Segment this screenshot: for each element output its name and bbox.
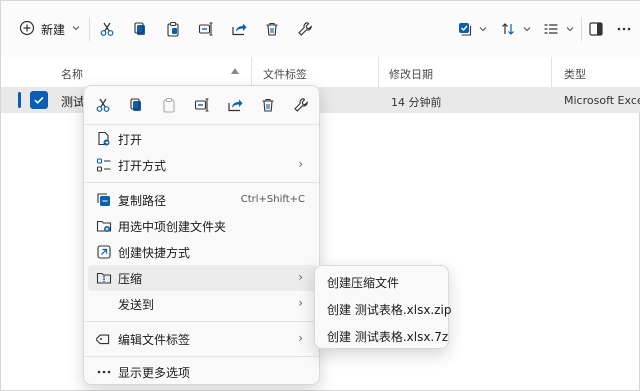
tag-icon: [96, 331, 112, 347]
checkmark-icon: [33, 91, 45, 110]
open-with-icon: [96, 157, 112, 173]
view-icon: [543, 21, 559, 37]
menu-item-open[interactable]: 打开: [88, 126, 317, 152]
column-header-modified[interactable]: 修改日期: [389, 66, 433, 82]
rename-button[interactable]: [196, 13, 216, 45]
menu-divider: [84, 124, 319, 125]
menu-item-new-folder[interactable]: 用选中项创建文件夹: [88, 213, 317, 239]
copy-path-icon: [96, 192, 112, 208]
submenu-item-create-zip[interactable]: 创建 测试表格.xlsx.zip: [327, 301, 451, 318]
shortcut-icon: [96, 244, 112, 260]
delete-icon[interactable]: [259, 96, 277, 114]
properties-icon[interactable]: [292, 96, 310, 114]
delete-icon: [264, 21, 280, 37]
column-header-name[interactable]: 名称: [61, 66, 83, 82]
share-icon[interactable]: [226, 96, 244, 114]
file-modified: 14 分钟前: [391, 96, 442, 109]
file-type: Microsoft Excel: [564, 94, 640, 107]
context-menu: 打开 打开方式 › 复制路径 Ctrl+Shift+C 用选中项创建文件夹 创建…: [83, 85, 320, 385]
menu-divider: [84, 182, 319, 183]
sort-icon: [500, 21, 516, 37]
column-divider[interactable]: [378, 57, 379, 87]
select-button[interactable]: [457, 13, 489, 45]
view-button[interactable]: [543, 13, 575, 45]
selection-indicator: [18, 92, 21, 108]
chevron-down-icon: [565, 24, 575, 34]
sort-ascending-icon: [231, 68, 239, 74]
delete-button[interactable]: [262, 13, 282, 45]
menu-item-label: 创建快捷方式: [118, 246, 191, 260]
paste-button[interactable]: [163, 13, 183, 45]
cut-icon: [99, 21, 115, 37]
column-divider[interactable]: [251, 57, 252, 87]
chevron-right-icon: ›: [298, 331, 303, 345]
menu-item-label: 编辑文件标签: [118, 333, 191, 347]
properties-icon: [297, 21, 313, 37]
file-explorer-window: 新建 名称 文件标签 修改日期 类型 测试 14 分钟前 Microsoft E…: [0, 0, 640, 391]
new-button[interactable]: 新建: [19, 13, 85, 45]
open-icon: [96, 131, 112, 147]
menu-item-edit-tags[interactable]: 编辑文件标签 ›: [88, 326, 317, 352]
details-pane-button[interactable]: [586, 13, 606, 45]
menu-item-label: 显示更多选项: [118, 366, 191, 380]
context-menu-toolbar: [84, 86, 319, 124]
chevron-right-icon: ›: [298, 296, 303, 310]
paste-icon[interactable]: [160, 96, 178, 114]
new-folder-icon: [96, 218, 112, 234]
compress-submenu: 创建压缩文件 创建 测试表格.xlsx.zip 创建 测试表格.xlsx.7z: [314, 265, 451, 349]
menu-item-label: 发送到: [118, 298, 155, 312]
properties-button[interactable]: [295, 13, 315, 45]
rename-icon: [198, 21, 214, 37]
paste-icon: [165, 21, 181, 37]
share-button[interactable]: [229, 13, 249, 45]
menu-item-label: 用选中项创建文件夹: [118, 220, 227, 234]
column-header-tags[interactable]: 文件标签: [263, 66, 307, 82]
plus-circle-icon: [19, 20, 35, 39]
rename-icon[interactable]: [193, 96, 211, 114]
divider: [89, 17, 90, 41]
chevron-right-icon: ›: [298, 270, 303, 284]
menu-item-label: 打开方式: [118, 159, 167, 173]
menu-item-compress[interactable]: 压缩 ›: [88, 265, 317, 291]
command-bar: 新建: [1, 1, 640, 57]
menu-item-shortcut: Ctrl+Shift+C: [240, 194, 305, 205]
menu-item-copy-path[interactable]: 复制路径 Ctrl+Shift+C: [88, 187, 317, 213]
cut-button[interactable]: [97, 13, 117, 45]
menu-item-label: 打开: [118, 133, 143, 147]
new-button-label: 新建: [41, 22, 66, 37]
row-checkbox[interactable]: [30, 91, 48, 109]
copy-icon[interactable]: [127, 96, 145, 114]
sort-button[interactable]: [500, 13, 532, 45]
file-name: 测试: [61, 95, 86, 109]
column-header-bar: 名称 文件标签 修改日期 类型: [1, 57, 640, 87]
details-pane-icon: [588, 21, 604, 37]
select-icon: [458, 22, 472, 36]
menu-item-open-with[interactable]: 打开方式 ›: [88, 152, 317, 178]
menu-divider: [84, 321, 319, 322]
chevron-down-icon: [478, 24, 488, 34]
share-icon: [231, 21, 247, 37]
menu-item-create-shortcut[interactable]: 创建快捷方式: [88, 239, 317, 265]
submenu-item-create-7z[interactable]: 创建 测试表格.xlsx.7z: [327, 328, 448, 345]
menu-item-send-to[interactable]: 发送到 ›: [88, 291, 317, 317]
menu-item-label: 压缩: [118, 272, 143, 286]
menu-item-show-more[interactable]: 显示更多选项: [88, 359, 317, 385]
column-divider[interactable]: [551, 57, 552, 87]
copy-icon: [132, 21, 148, 37]
chevron-down-icon: [71, 22, 81, 36]
submenu-item-create-archive[interactable]: 创建压缩文件: [327, 274, 399, 291]
copy-button[interactable]: [130, 13, 150, 45]
cut-icon[interactable]: [94, 96, 112, 114]
column-header-type[interactable]: 类型: [564, 66, 586, 82]
chevron-down-icon: [522, 24, 532, 34]
menu-item-label: 复制路径: [118, 194, 167, 208]
more-icon: [616, 21, 632, 37]
chevron-right-icon: ›: [298, 157, 303, 171]
divider: [581, 17, 582, 41]
more-options-icon: [96, 364, 112, 380]
compress-icon: [96, 270, 112, 286]
menu-divider: [84, 356, 319, 357]
more-button[interactable]: [614, 13, 634, 45]
